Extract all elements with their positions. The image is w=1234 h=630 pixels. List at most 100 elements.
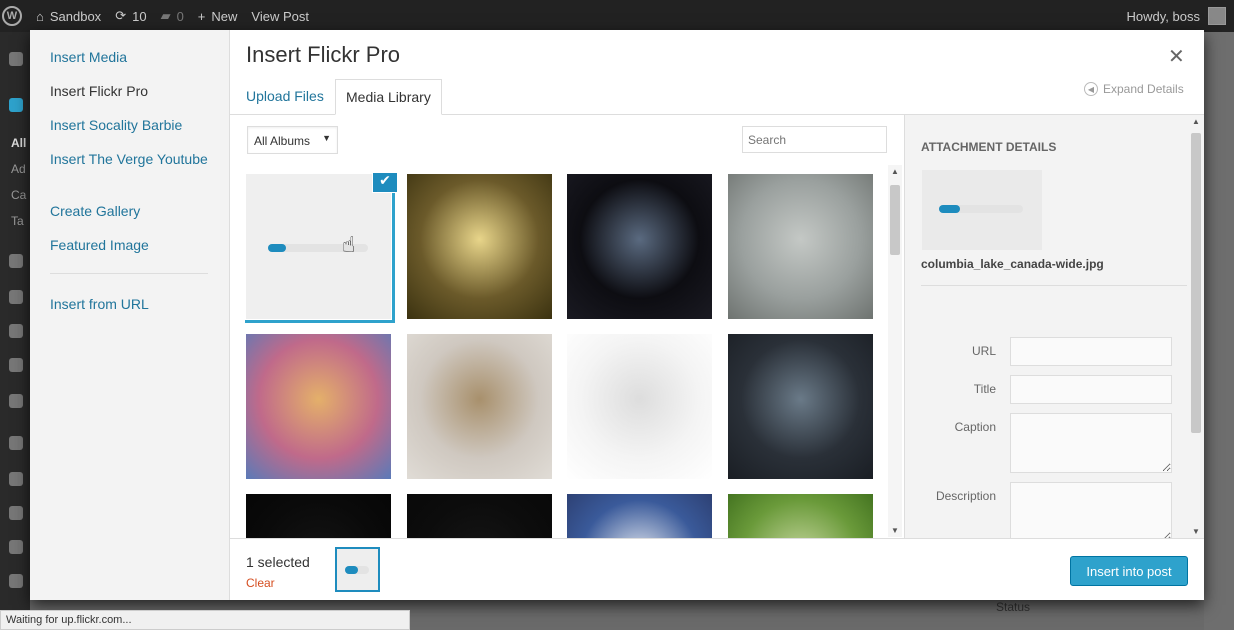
checkmark-icon[interactable]: ✔	[373, 173, 397, 192]
attachment-details-heading: ATTACHMENT DETAILS	[921, 140, 1057, 154]
menu-separator	[50, 273, 208, 274]
search-input[interactable]	[742, 126, 887, 153]
site-name-link[interactable]: ⌂ Sandbox	[36, 9, 101, 24]
menu-label-categories: Ca	[11, 188, 27, 202]
media-menu: Insert Media Insert Flickr Pro Insert So…	[30, 30, 230, 600]
grid-scroll-thumb[interactable]	[890, 185, 900, 255]
view-post-link[interactable]: View Post	[251, 9, 309, 24]
pages-icon	[9, 290, 23, 304]
selection-count: 1 selected	[246, 554, 310, 570]
thumb-rocky-coast[interactable]	[728, 334, 873, 479]
selection-progress-fill	[345, 566, 359, 574]
admin-bar: W ⌂ Sandbox ⟳ 10 ▰ 0 + New View Post Howdy, …	[0, 0, 1234, 32]
users-icon	[9, 506, 23, 520]
hand-cursor-icon: ☝	[342, 232, 356, 257]
thumb-instagram-screenshot[interactable]	[567, 334, 712, 479]
attachments-grid: ✔ ☝	[245, 173, 890, 538]
selection-progress-bar	[345, 566, 369, 574]
thumb-green-leaves[interactable]	[728, 494, 873, 538]
media-icon	[9, 254, 23, 268]
scroll-down-icon[interactable]: ▼	[891, 526, 899, 535]
sidebar-scrollbar[interactable]: ▲ ▼	[1189, 115, 1203, 538]
menu-insert-media[interactable]: Insert Media	[50, 48, 220, 66]
greeting: Howdy, boss	[1126, 8, 1200, 24]
upload-progress-bar	[939, 205, 1023, 213]
media-modal: Insert Media Insert Flickr Pro Insert So…	[30, 30, 1204, 600]
background-status-label: Status	[996, 600, 1031, 614]
expand-details-button[interactable]: ◀ Expand Details	[1084, 82, 1184, 96]
expand-details-label: Expand Details	[1103, 82, 1184, 96]
thumb-tunnel[interactable]	[567, 174, 712, 319]
scroll-up-icon[interactable]: ▲	[891, 167, 899, 176]
settings-icon	[9, 472, 23, 486]
menu-label-add: Ad	[11, 162, 26, 176]
appearance-icon	[9, 358, 23, 372]
menu-insert-from-url[interactable]: Insert from URL	[50, 295, 220, 313]
menu-insert-flickr-pro[interactable]: Insert Flickr Pro	[50, 82, 220, 100]
url-label: URL	[971, 344, 996, 358]
new-content-link[interactable]: + New	[198, 9, 238, 24]
sidebar-scroll-up-icon[interactable]: ▲	[1192, 117, 1200, 126]
menu-insert-socality-barbie[interactable]: Insert Socality Barbie	[50, 116, 220, 134]
browser-status-bar: Waiting for up.flickr.com...	[0, 610, 410, 630]
plugins-icon	[9, 394, 23, 408]
description-label: Description	[935, 489, 996, 503]
album-filter-value: All Albums	[254, 134, 311, 148]
title-label: Title	[973, 382, 996, 396]
menu-insert-the-verge-youtube[interactable]: Insert The Verge Youtube	[50, 150, 220, 168]
attachment-filename: columbia_lake_canada-wide.jpg	[921, 257, 1104, 271]
caption-field[interactable]	[1010, 413, 1172, 473]
thumb-progress-fill	[268, 244, 286, 252]
account-menu[interactable]: Howdy, boss	[1127, 7, 1226, 25]
avatar	[1208, 7, 1226, 25]
comment-icon: ▰	[160, 8, 171, 23]
sidebar-separator	[921, 285, 1187, 286]
thumb-dark-1[interactable]	[246, 494, 391, 538]
arrow-left-icon: ◀	[1084, 82, 1098, 96]
comments-menu-icon	[9, 324, 23, 338]
caption-label: Caption	[954, 420, 996, 434]
selection-thumbnail[interactable]	[335, 547, 380, 592]
router-tabs: Upload Files Media Library	[230, 79, 1204, 115]
close-icon[interactable]: ✕	[1168, 44, 1185, 69]
dashboard-icon	[9, 52, 23, 66]
menu-label-tags: Ta	[11, 214, 24, 228]
caret-down-icon: ▼	[322, 133, 331, 143]
thumb-rain-window[interactable]	[728, 174, 873, 319]
menu-featured-image[interactable]: Featured Image	[50, 236, 220, 254]
thumb-uploading[interactable]: ✔ ☝	[245, 173, 397, 323]
url-field[interactable]	[1010, 337, 1172, 366]
wordpress-logo-icon[interactable]: W	[2, 6, 22, 26]
tools-icon	[9, 436, 23, 450]
menu-label-all: All	[11, 136, 27, 150]
clear-selection-link[interactable]: Clear	[246, 576, 275, 590]
thumb-blurry-room[interactable]	[407, 334, 552, 479]
upload-progress-fill	[939, 205, 960, 213]
thumb-blossoms-sky[interactable]	[567, 494, 712, 538]
menu-create-gallery[interactable]: Create Gallery	[50, 202, 220, 220]
updates-link[interactable]: ⟳ 10	[115, 8, 146, 24]
background-content	[1204, 32, 1234, 630]
tab-upload-files[interactable]: Upload Files	[236, 79, 334, 115]
insert-into-post-button[interactable]: Insert into post	[1070, 556, 1188, 586]
attachment-preview	[922, 170, 1042, 250]
tab-media-library[interactable]: Media Library	[335, 79, 442, 115]
wrench-icon	[9, 540, 23, 554]
album-filter-select[interactable]: All Albums ▼	[247, 126, 338, 154]
grid-scrollbar[interactable]: ▲ ▼	[888, 165, 902, 537]
title-field[interactable]	[1010, 375, 1172, 404]
refresh-icon: ⟳	[115, 8, 127, 23]
sidebar-scroll-thumb[interactable]	[1191, 133, 1201, 433]
home-icon: ⌂	[36, 8, 44, 24]
posts-icon	[9, 98, 23, 112]
modal-title: Insert Flickr Pro	[246, 42, 401, 67]
thumb-dark-2[interactable]	[407, 494, 552, 538]
attachment-details-sidebar: ATTACHMENT DETAILS columbia_lake_canada-…	[904, 115, 1204, 542]
comments-link[interactable]: ▰ 0	[161, 8, 184, 24]
plus-icon: +	[197, 8, 206, 24]
collapse-icon	[9, 574, 23, 588]
sidebar-scroll-down-icon[interactable]: ▼	[1192, 527, 1200, 536]
description-field[interactable]	[1010, 482, 1172, 542]
thumb-colorful-blur[interactable]	[246, 334, 391, 479]
thumb-field-sunset[interactable]	[407, 174, 552, 319]
